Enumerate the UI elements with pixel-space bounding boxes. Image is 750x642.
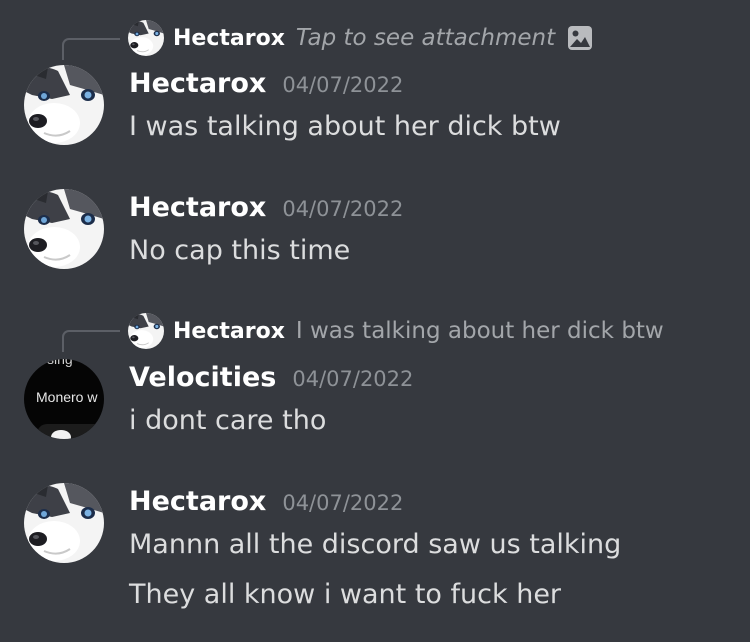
- message-text: Mannn all the discord saw us talking: [129, 529, 622, 560]
- message-header: Hectarox 04/07/2022: [129, 486, 403, 522]
- reply-text[interactable]: I was talking about her dick btw: [296, 318, 664, 344]
- author-name[interactable]: Hectarox: [129, 192, 266, 223]
- message-header: Hectarox 04/07/2022: [129, 192, 403, 228]
- chat-log: Hectarox Tap to see attachment Hectarox …: [0, 0, 750, 642]
- message-text: They all know i want to fuck her: [129, 579, 562, 610]
- reply-connector: [62, 330, 120, 352]
- author-name[interactable]: Velocities: [129, 362, 276, 393]
- message-header: Velocities 04/07/2022: [129, 362, 413, 398]
- image-icon: [567, 25, 593, 51]
- avatar[interactable]: sing Monero w: [24, 359, 104, 439]
- avatar-text: Monero w: [36, 389, 98, 405]
- timestamp: 04/07/2022: [282, 197, 404, 221]
- reply-text[interactable]: Tap to see attachment: [296, 25, 555, 51]
- avatar-text: sing: [47, 359, 73, 367]
- avatar[interactable]: [24, 189, 104, 269]
- reply-preview[interactable]: Hectarox Tap to see attachment: [128, 20, 593, 56]
- author-name[interactable]: Hectarox: [129, 486, 266, 517]
- avatar[interactable]: [24, 65, 104, 145]
- reply-connector: [62, 38, 120, 60]
- message-text: i dont care tho: [129, 405, 327, 436]
- avatar-dot: [51, 430, 71, 439]
- reply-preview[interactable]: Hectarox I was talking about her dick bt…: [128, 313, 664, 349]
- timestamp: 04/07/2022: [292, 367, 414, 391]
- reply-avatar: [128, 20, 164, 56]
- message-header: Hectarox 04/07/2022: [129, 68, 403, 104]
- reply-author[interactable]: Hectarox: [173, 319, 285, 344]
- message-text: I was talking about her dick btw: [129, 111, 561, 142]
- reply-avatar: [128, 313, 164, 349]
- timestamp: 04/07/2022: [282, 73, 404, 97]
- author-name[interactable]: Hectarox: [129, 68, 266, 99]
- avatar[interactable]: [24, 483, 104, 563]
- timestamp: 04/07/2022: [282, 491, 404, 515]
- message-text: No cap this time: [129, 235, 351, 266]
- reply-author[interactable]: Hectarox: [173, 26, 285, 51]
